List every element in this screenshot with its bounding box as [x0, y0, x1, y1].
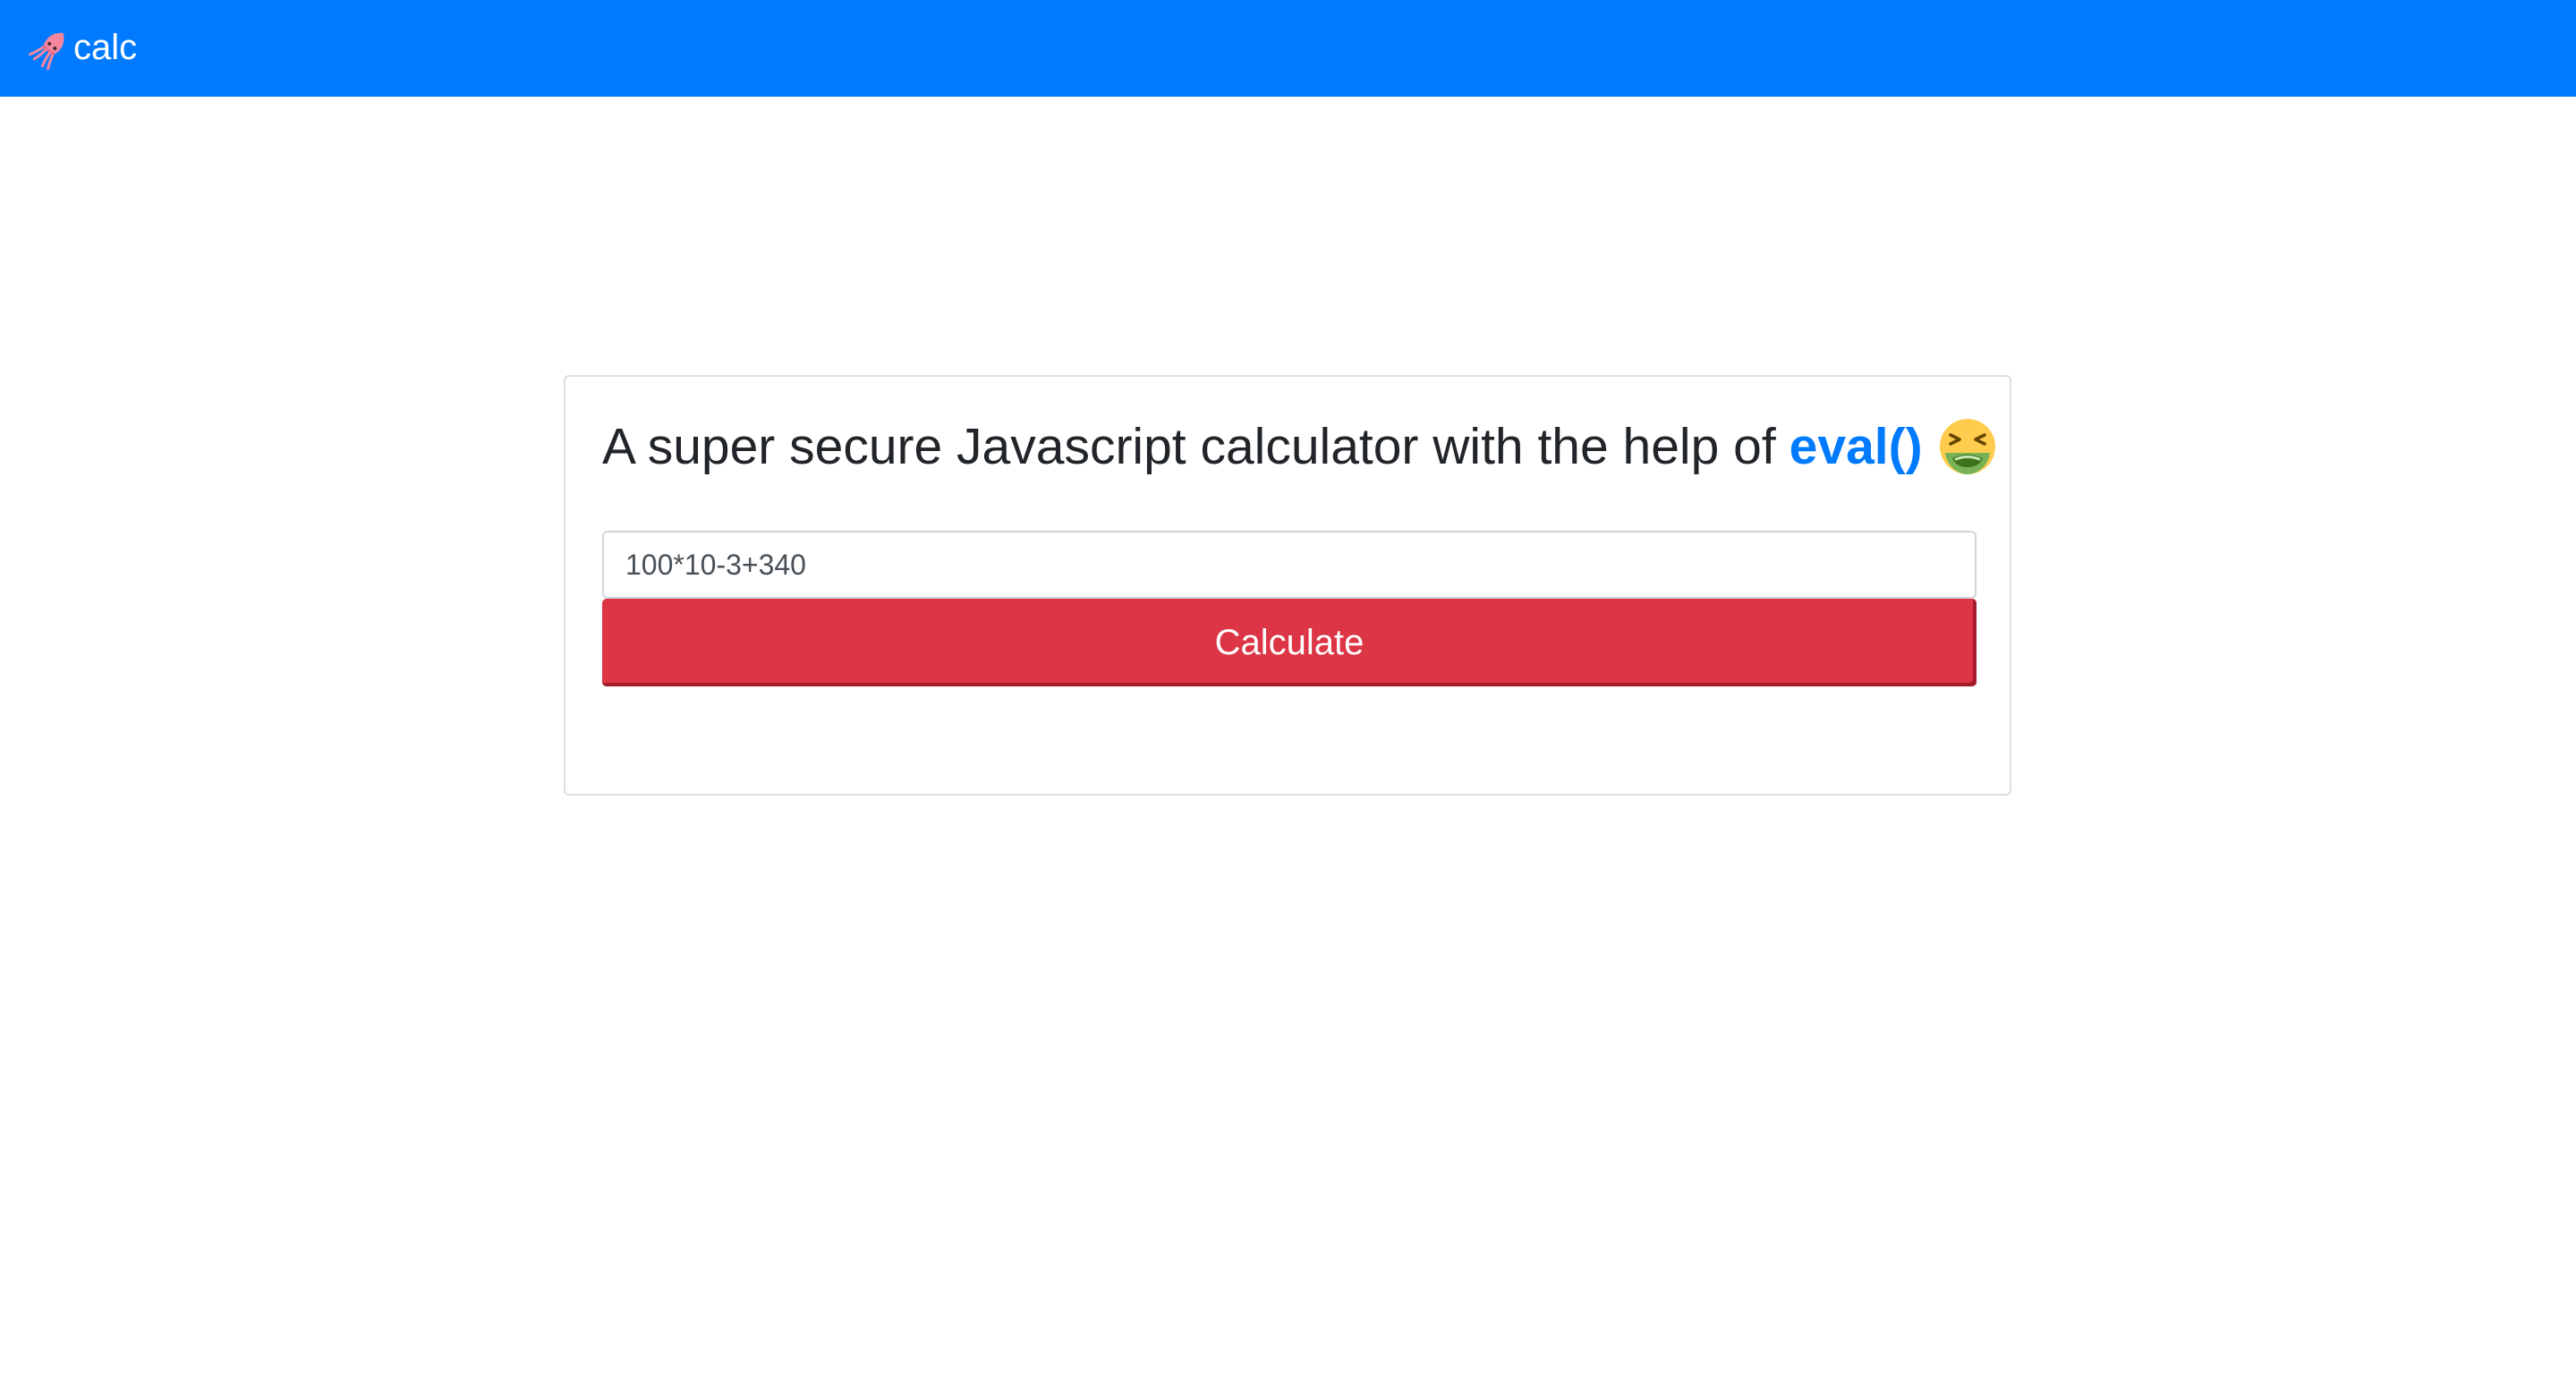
squid-icon: [29, 32, 64, 70]
top-navbar: calc: [0, 0, 2576, 97]
expression-input[interactable]: [602, 531, 1977, 599]
brand-name: calc: [73, 28, 138, 67]
eval-highlight: eval(): [1789, 418, 1923, 475]
calculate-button[interactable]: Calculate: [602, 599, 1977, 686]
brand-link[interactable]: calc: [29, 23, 137, 72]
calculator-card: A super secure Javascript calculator wit…: [564, 375, 2011, 796]
title-text: A super secure Javascript calculator wit…: [602, 418, 1776, 475]
nauseated-face-icon: [1939, 419, 1995, 474]
page-title: A super secure Javascript calculator wit…: [602, 407, 1997, 486]
